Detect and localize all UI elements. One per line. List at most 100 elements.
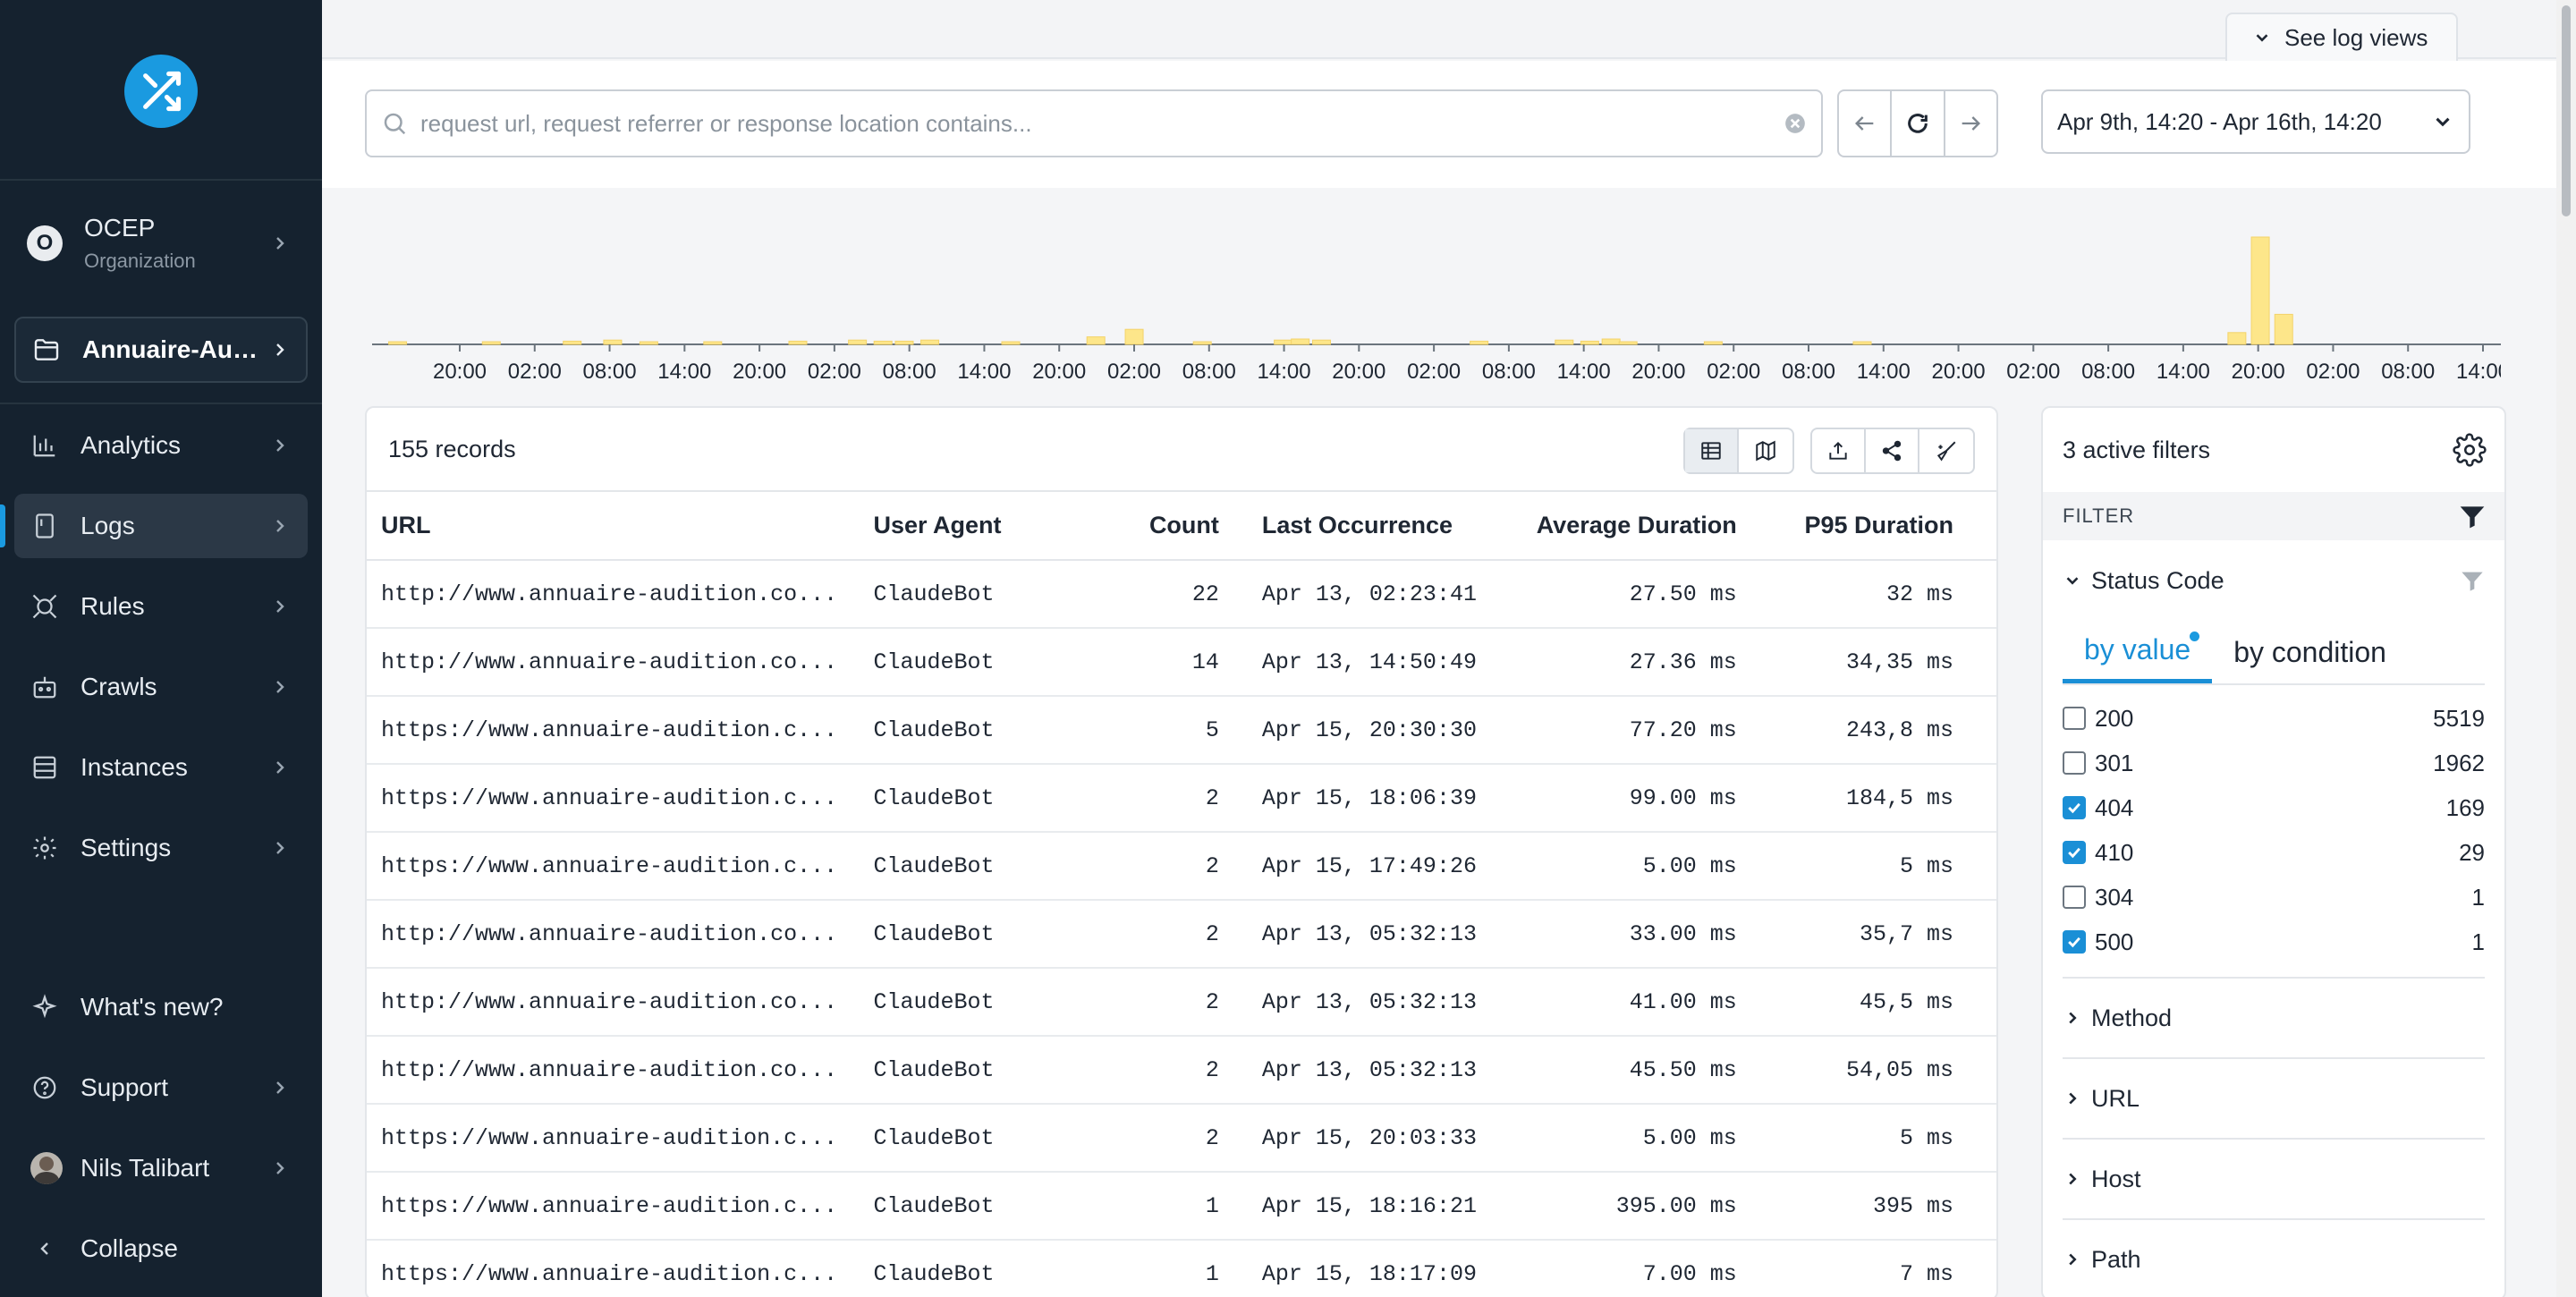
cell-user-agent: ClaudeBot <box>859 560 1132 629</box>
search-box[interactable] <box>365 89 1823 157</box>
table-row[interactable]: http://www.annuaire-audition.co... Claude… <box>367 968 1996 1037</box>
table-row[interactable]: http://www.annuaire-audition.co... Claude… <box>367 628 1996 697</box>
histogram-bar <box>388 341 408 345</box>
status-code-title: Status Code <box>2091 566 2224 594</box>
export-button[interactable] <box>1812 429 1866 472</box>
cell-average-duration: 45.50 ms <box>1505 1036 1751 1105</box>
status-option-row[interactable]: 410 29 <box>2063 830 2485 875</box>
tab-by-condition[interactable]: by condition <box>2212 621 2408 683</box>
histogram-tick-label: 08:00 <box>883 360 936 384</box>
search-input[interactable] <box>420 109 1784 138</box>
table-row[interactable]: https://www.annuaire-audition.c... Claude… <box>367 1104 1996 1173</box>
sidebar-item-rules[interactable]: Rules <box>14 574 308 639</box>
column-p95-duration[interactable]: P95 Duration <box>1750 492 1996 561</box>
shuffle-icon <box>143 71 182 112</box>
status-checkbox[interactable] <box>2063 796 2086 819</box>
status-option-row[interactable]: 200 5519 <box>2063 696 2485 741</box>
page-scrollbar[interactable] <box>2556 0 2576 1297</box>
histogram-tick-label: 02:00 <box>1407 360 1461 384</box>
url-section[interactable]: URL <box>2063 1057 2485 1138</box>
table-row[interactable]: http://www.annuaire-audition.co... Claude… <box>367 1036 1996 1105</box>
cell-user-agent: ClaudeBot <box>859 1172 1132 1241</box>
map-view-button[interactable] <box>1739 429 1792 472</box>
histogram-bar <box>1001 341 1021 345</box>
histogram-bar <box>1852 341 1872 345</box>
org-switcher[interactable]: O OCEP Organization <box>14 199 308 288</box>
cell-p95-duration: 45,5 ms <box>1750 968 1996 1037</box>
sidebar-item-settings[interactable]: Settings <box>14 816 308 880</box>
host-title: Host <box>2091 1165 2141 1192</box>
column-last-occurrence[interactable]: Last Occurrence <box>1233 492 1506 561</box>
status-code-section[interactable]: Status Code <box>2063 540 2485 621</box>
histogram-bar <box>2274 313 2293 345</box>
status-option-row[interactable]: 404 169 <box>2063 785 2485 830</box>
share-button[interactable] <box>1866 429 1919 472</box>
clear-filters-button[interactable] <box>1919 429 1973 472</box>
status-checkbox[interactable] <box>2063 751 2086 775</box>
table-row[interactable]: http://www.annuaire-audition.co... Claude… <box>367 560 1996 629</box>
cell-count: 1 <box>1131 1240 1233 1297</box>
chevron-right-icon <box>267 339 293 360</box>
next-period-button[interactable] <box>1945 91 1996 156</box>
traffic-histogram[interactable]: 20:00 02:00 08:00 14:00 20:00 02:00 08:00 14:00… <box>372 215 2501 385</box>
histogram-tick-label: 02:00 <box>2006 360 2060 384</box>
histogram-tick-label: 08:00 <box>2081 360 2135 384</box>
whats-new-button[interactable]: What's new? <box>14 975 308 1039</box>
cell-last-occurrence: Apr 15, 18:17:09 <box>1233 1240 1506 1297</box>
gear-icon[interactable] <box>2453 433 2487 467</box>
chevron-right-icon <box>267 1074 293 1101</box>
table-row[interactable]: https://www.annuaire-audition.c... Claude… <box>367 1172 1996 1241</box>
histogram-bar <box>481 341 501 345</box>
status-option-row[interactable]: 304 1 <box>2063 875 2485 920</box>
chevron-right-icon <box>267 513 293 539</box>
table-row[interactable]: https://www.annuaire-audition.c... Claude… <box>367 832 1996 901</box>
time-navigation <box>1837 89 1998 157</box>
path-section[interactable]: Path <box>2063 1218 2485 1297</box>
view-toggle <box>1683 428 1794 474</box>
cell-count: 22 <box>1131 560 1233 629</box>
status-value: 404 <box>2095 793 2134 821</box>
sidebar-divider <box>0 403 322 404</box>
status-checkbox[interactable] <box>2063 841 2086 864</box>
method-section[interactable]: Method <box>2063 977 2485 1057</box>
table-row[interactable]: http://www.annuaire-audition.co... Claude… <box>367 900 1996 969</box>
status-checkbox[interactable] <box>2063 930 2086 954</box>
cell-average-duration: 99.00 ms <box>1505 764 1751 833</box>
clear-icon[interactable] <box>1784 112 1807 135</box>
table-row[interactable]: https://www.annuaire-audition.c... Claude… <box>367 696 1996 765</box>
arrow-right-icon <box>1962 116 1981 131</box>
support-button[interactable]: Support <box>14 1055 308 1120</box>
sidebar-item-crawls[interactable]: Crawls <box>14 655 308 719</box>
status-option-row[interactable]: 500 1 <box>2063 920 2485 964</box>
table-row[interactable]: https://www.annuaire-audition.c... Claude… <box>367 764 1996 833</box>
status-option-row[interactable]: 301 1962 <box>2063 741 2485 785</box>
host-section[interactable]: Host <box>2063 1138 2485 1218</box>
status-checkbox[interactable] <box>2063 886 2086 909</box>
cell-p95-duration: 5 ms <box>1750 1104 1996 1173</box>
scrollbar-thumb[interactable] <box>2562 5 2571 216</box>
project-switcher[interactable]: Annuaire-Audition <box>14 317 308 383</box>
refresh-button[interactable] <box>1892 91 1945 156</box>
tab-by-value[interactable]: by value <box>2063 621 2213 683</box>
table-row[interactable]: https://www.annuaire-audition.c... Claude… <box>367 1240 1996 1297</box>
app-logo[interactable] <box>124 55 198 128</box>
collapse-button[interactable]: Collapse <box>14 1216 308 1281</box>
document-icon <box>27 508 63 544</box>
cell-count: 2 <box>1131 1036 1233 1105</box>
sidebar-item-instances[interactable]: Instances <box>14 735 308 800</box>
status-checkbox[interactable] <box>2063 707 2086 730</box>
column-user-agent[interactable]: User Agent <box>859 492 1132 561</box>
previous-period-button[interactable] <box>1839 91 1893 156</box>
histogram-tick-label: 20:00 <box>733 360 786 384</box>
histogram-tick-label: 08:00 <box>1182 360 1236 384</box>
date-range-select[interactable]: Apr 9th, 14:20 - Apr 16th, 14:20 <box>2041 89 2470 154</box>
table-view-button[interactable] <box>1685 429 1739 472</box>
column-average-duration[interactable]: Average Duration <box>1505 492 1751 561</box>
column-count[interactable]: Count <box>1131 492 1233 561</box>
see-log-views-button[interactable]: See log views <box>2225 13 2458 61</box>
sidebar-item-logs[interactable]: Logs <box>14 494 308 558</box>
column-url[interactable]: URL <box>367 492 860 561</box>
records-count: 155 records <box>388 435 516 462</box>
user-menu[interactable]: Nils Talibart <box>14 1136 308 1200</box>
sidebar-item-analytics[interactable]: Analytics <box>14 413 308 478</box>
